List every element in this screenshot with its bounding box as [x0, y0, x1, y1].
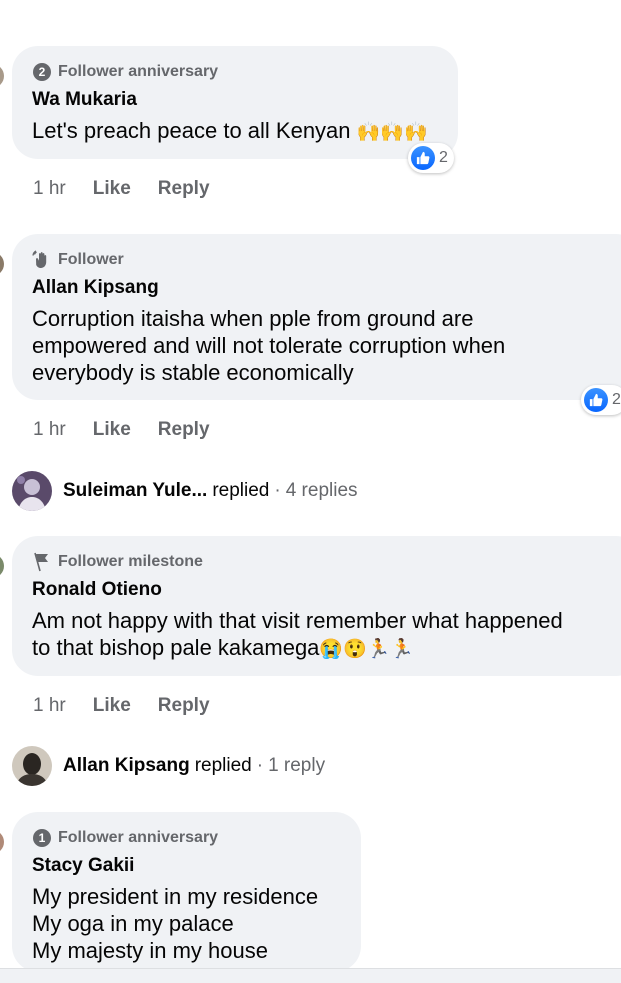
comment-actions: 1 hr Like Reply [33, 178, 210, 200]
comment-timestamp[interactable]: 1 hr [33, 178, 66, 200]
like-button[interactable]: Like [93, 695, 131, 717]
comment-timestamp[interactable]: 1 hr [33, 695, 66, 717]
commenter-avatar[interactable] [0, 252, 4, 276]
like-button[interactable]: Like [93, 178, 131, 200]
bottom-bar [0, 968, 621, 983]
commenter-avatar[interactable] [0, 830, 4, 854]
avatar[interactable] [12, 746, 52, 786]
comment-text: My president in my residence My oga in m… [32, 884, 319, 963]
comment-text: Let's preach peace to all Kenyan 🙌🙌🙌 [32, 118, 428, 143]
reply-action: replied [212, 480, 270, 501]
reaction-number: 2 [612, 391, 621, 408]
comments-feed: 2 Follower anniversary Wa Mukaria Let's … [0, 0, 621, 983]
comment-text: Am not happy with that visit remember wh… [32, 608, 563, 660]
comment-actions: 1 hr Like Reply [33, 695, 210, 717]
badge-label: Follower anniversary [58, 63, 219, 80]
comment-text: Corruption itaisha when pple from ground… [32, 306, 506, 385]
separator: · [256, 755, 264, 776]
comment-timestamp[interactable]: 1 hr [33, 419, 66, 441]
reply-action: replied [194, 755, 252, 776]
badge-follower-anniversary: 2 Follower anniversary [32, 62, 436, 82]
comment-emoji: 🙌🙌🙌 [356, 122, 428, 143]
reply-button[interactable]: Reply [158, 178, 210, 200]
comment-author[interactable]: Stacy Gakii [32, 855, 339, 877]
badge-label: Follower anniversary [58, 829, 219, 846]
badge-follower-anniversary: 1 Follower anniversary [32, 828, 339, 848]
reply-button[interactable]: Reply [158, 419, 210, 441]
waving-hand-icon [32, 250, 52, 270]
reply-author[interactable]: Allan Kipsang [63, 755, 190, 777]
reply-thread-summary[interactable]: Suleiman Yule... replied · 4 replies [12, 471, 358, 511]
reaction-count[interactable]: 2 [581, 385, 621, 415]
comment-actions: 1 hr Like Reply [33, 419, 210, 441]
comment-author[interactable]: Wa Mukaria [32, 89, 436, 111]
commenter-avatar[interactable] [0, 554, 4, 578]
comment-author[interactable]: Ronald Otieno [32, 579, 620, 601]
avatar[interactable] [12, 471, 52, 511]
badge-follower-milestone: Follower milestone [32, 552, 620, 572]
separator: · [274, 480, 281, 501]
reply-author[interactable]: Suleiman Yule... [63, 480, 207, 502]
comment-bubble: Follower milestone Ronald Otieno Am not … [12, 536, 621, 676]
badge-label: Follower milestone [58, 553, 203, 570]
badge-follower: Follower [32, 250, 620, 270]
comment-author[interactable]: Allan Kipsang [32, 277, 620, 299]
anniversary-icon: 2 [32, 62, 52, 82]
commenter-avatar[interactable] [0, 64, 4, 88]
comment-bubble: Follower Allan Kipsang Corruption itaish… [12, 234, 621, 400]
comment-emoji: 😭😲🏃🏃 [319, 639, 415, 660]
thumbs-up-icon [584, 388, 608, 412]
flag-icon [32, 552, 52, 572]
comment-bubble: 1 Follower anniversary Stacy Gakii My pr… [12, 812, 361, 972]
reply-count[interactable]: 1 reply [268, 755, 325, 777]
badge-label: Follower [58, 251, 124, 268]
anniversary-icon: 1 [32, 828, 52, 848]
reply-count[interactable]: 4 replies [286, 480, 358, 502]
reply-thread-summary[interactable]: Allan Kipsang replied · 1 reply [12, 746, 325, 786]
thumbs-up-icon [411, 146, 435, 170]
reaction-number: 2 [439, 149, 448, 166]
reaction-count[interactable]: 2 [408, 143, 454, 173]
like-button[interactable]: Like [93, 419, 131, 441]
reply-button[interactable]: Reply [158, 695, 210, 717]
comment-bubble: 2 Follower anniversary Wa Mukaria Let's … [12, 46, 458, 159]
